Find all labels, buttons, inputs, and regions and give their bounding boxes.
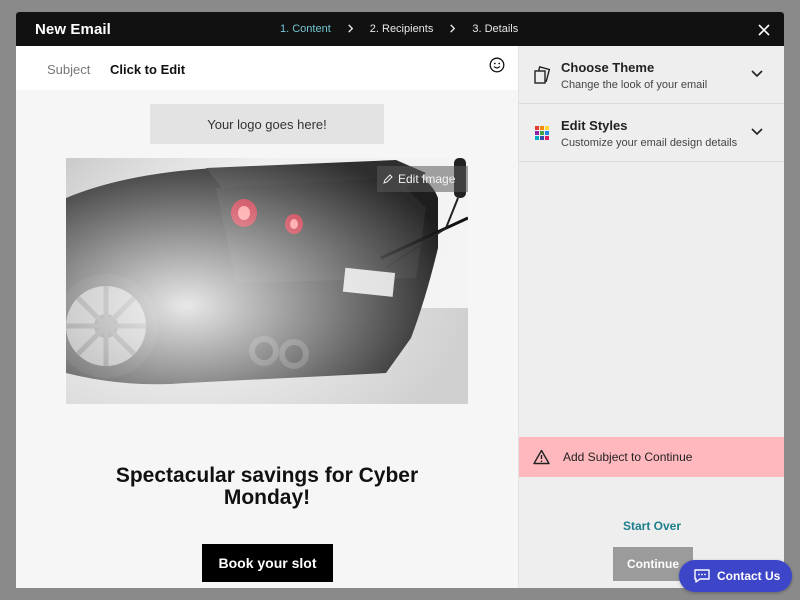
edit-image-label: Edit Image bbox=[398, 172, 456, 186]
choose-theme-subtitle: Change the look of your email bbox=[561, 79, 708, 91]
start-over-link[interactable]: Start Over bbox=[519, 519, 784, 533]
edit-styles-title: Edit Styles bbox=[561, 118, 628, 133]
choose-theme-row[interactable]: Choose Theme Change the look of your ema… bbox=[519, 46, 784, 104]
subject-input[interactable]: Click to Edit bbox=[110, 62, 185, 77]
modal-header: New Email 1. Content 2. Recipients 3. De… bbox=[16, 12, 784, 46]
alert-text: Add Subject to Continue bbox=[563, 450, 693, 464]
edit-styles-subtitle: Customize your email design details bbox=[561, 137, 738, 149]
theme-icon bbox=[534, 66, 551, 84]
modal-title: New Email bbox=[35, 21, 111, 38]
palette-icon bbox=[535, 126, 549, 140]
smiley-icon[interactable] bbox=[489, 57, 505, 73]
email-headline[interactable]: Spectacular savings for Cyber Monday! bbox=[76, 465, 458, 509]
chat-icon bbox=[694, 569, 710, 583]
car-wash-photo bbox=[66, 158, 468, 404]
contact-us-button[interactable]: Contact Us bbox=[679, 560, 792, 592]
cta-button[interactable]: Book your slot bbox=[202, 544, 333, 582]
subject-label: Subject bbox=[47, 62, 91, 77]
subject-bar[interactable]: Subject Click to Edit bbox=[16, 46, 518, 90]
contact-us-label: Contact Us bbox=[717, 569, 781, 583]
step-recipients[interactable]: 2. Recipients bbox=[370, 23, 434, 35]
choose-theme-title: Choose Theme bbox=[561, 60, 655, 75]
chevron-right-icon bbox=[450, 23, 456, 33]
wizard-steps: 1. Content 2. Recipients 3. Details bbox=[280, 12, 518, 46]
settings-panel: Choose Theme Change the look of your ema… bbox=[518, 46, 784, 588]
step-details[interactable]: 3. Details bbox=[472, 23, 518, 35]
close-icon[interactable] bbox=[758, 24, 770, 36]
hero-image[interactable]: Edit Image bbox=[66, 158, 468, 404]
edit-image-button[interactable]: Edit Image bbox=[377, 166, 468, 192]
logo-placeholder[interactable]: Your logo goes here! bbox=[150, 104, 384, 144]
edit-styles-row[interactable]: Edit Styles Customize your email design … bbox=[519, 104, 784, 162]
subject-required-alert: Add Subject to Continue bbox=[519, 437, 784, 477]
step-content[interactable]: 1. Content bbox=[280, 23, 331, 35]
email-editor: Subject Click to Edit Your logo goes her… bbox=[16, 46, 518, 588]
new-email-modal: New Email 1. Content 2. Recipients 3. De… bbox=[16, 12, 784, 588]
pencil-icon bbox=[383, 174, 393, 184]
chevron-down-icon[interactable] bbox=[751, 70, 763, 78]
chevron-down-icon[interactable] bbox=[751, 128, 763, 136]
warning-icon bbox=[533, 449, 550, 465]
chevron-right-icon bbox=[347, 23, 354, 33]
